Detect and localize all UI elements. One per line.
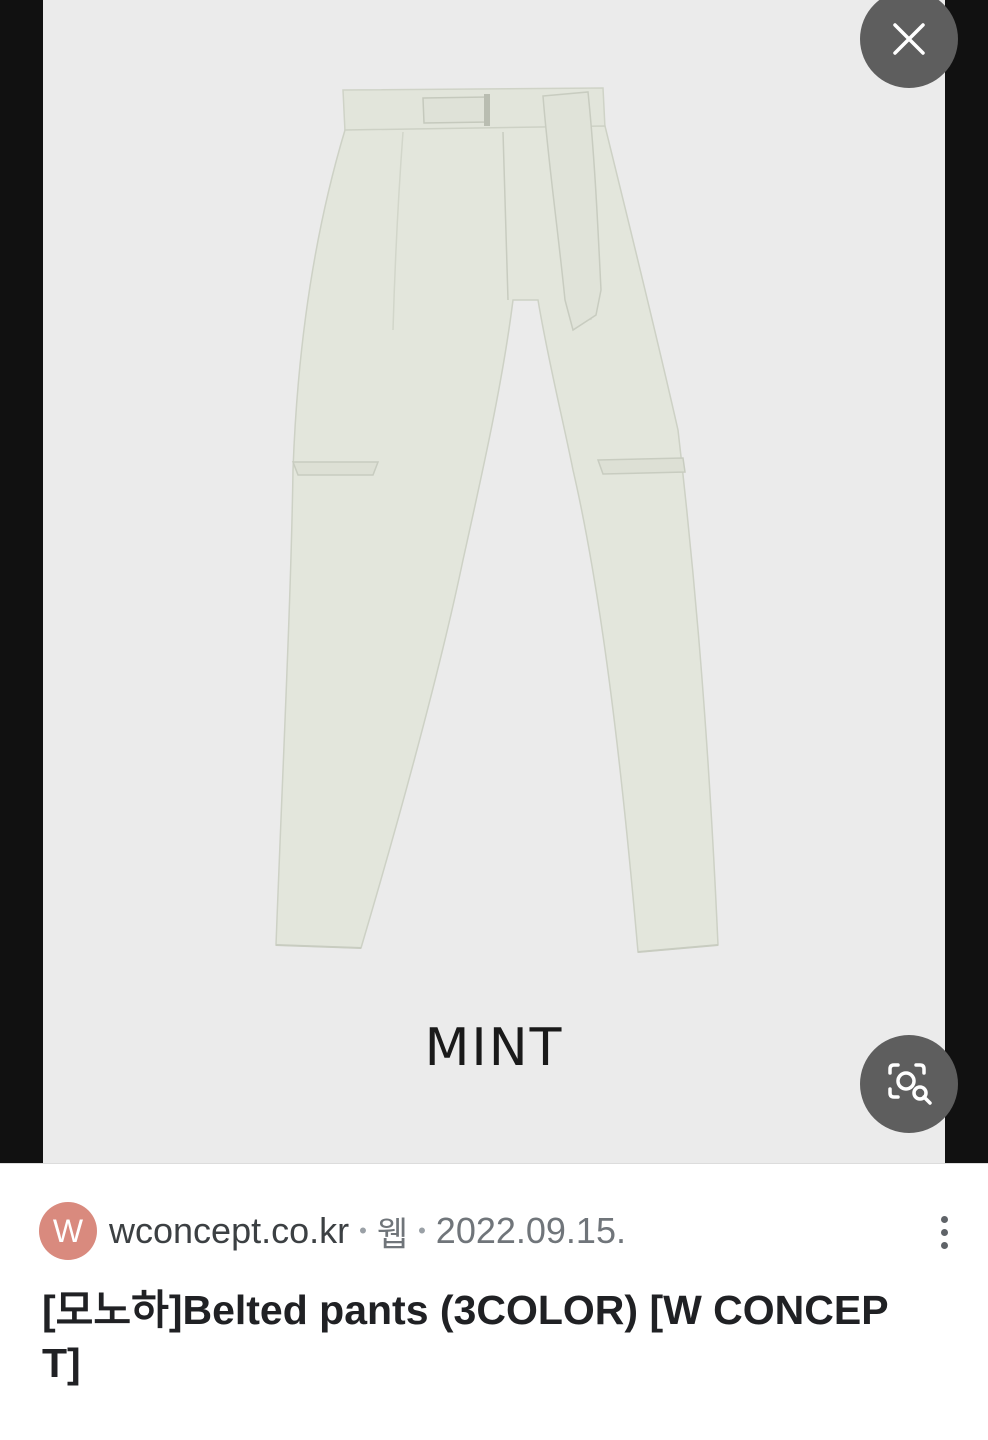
more-vert-icon [940, 1241, 948, 1249]
source-type: 웹 [376, 1215, 409, 1254]
close-icon [893, 23, 925, 55]
source-date: 2022.09.15. [435, 1210, 626, 1251]
lens-search-button[interactable] [860, 1035, 958, 1133]
pants-illustration [275, 87, 719, 953]
lens-search-icon [888, 1063, 932, 1105]
more-options-button[interactable] [920, 1205, 968, 1259]
image-viewer: MINT [0, 0, 988, 1163]
source-row[interactable]: W wconcept.co.kr • 웹 • 2022.09.15. [39, 1202, 988, 1260]
more-vert-icon [940, 1228, 948, 1236]
divider [0, 1163, 988, 1164]
site-favicon: W [39, 1202, 97, 1260]
result-title-link[interactable]: [모노하]Belted pants (3COLOR) [W CONCEPT] [42, 1284, 922, 1390]
color-label: MINT [424, 1018, 564, 1078]
separator-dot: • [418, 1218, 426, 1243]
more-vert-icon [940, 1215, 948, 1223]
product-image[interactable]: MINT [43, 0, 945, 1163]
source-domain: wconcept.co.kr [109, 1210, 350, 1251]
separator-dot: • [359, 1218, 367, 1243]
